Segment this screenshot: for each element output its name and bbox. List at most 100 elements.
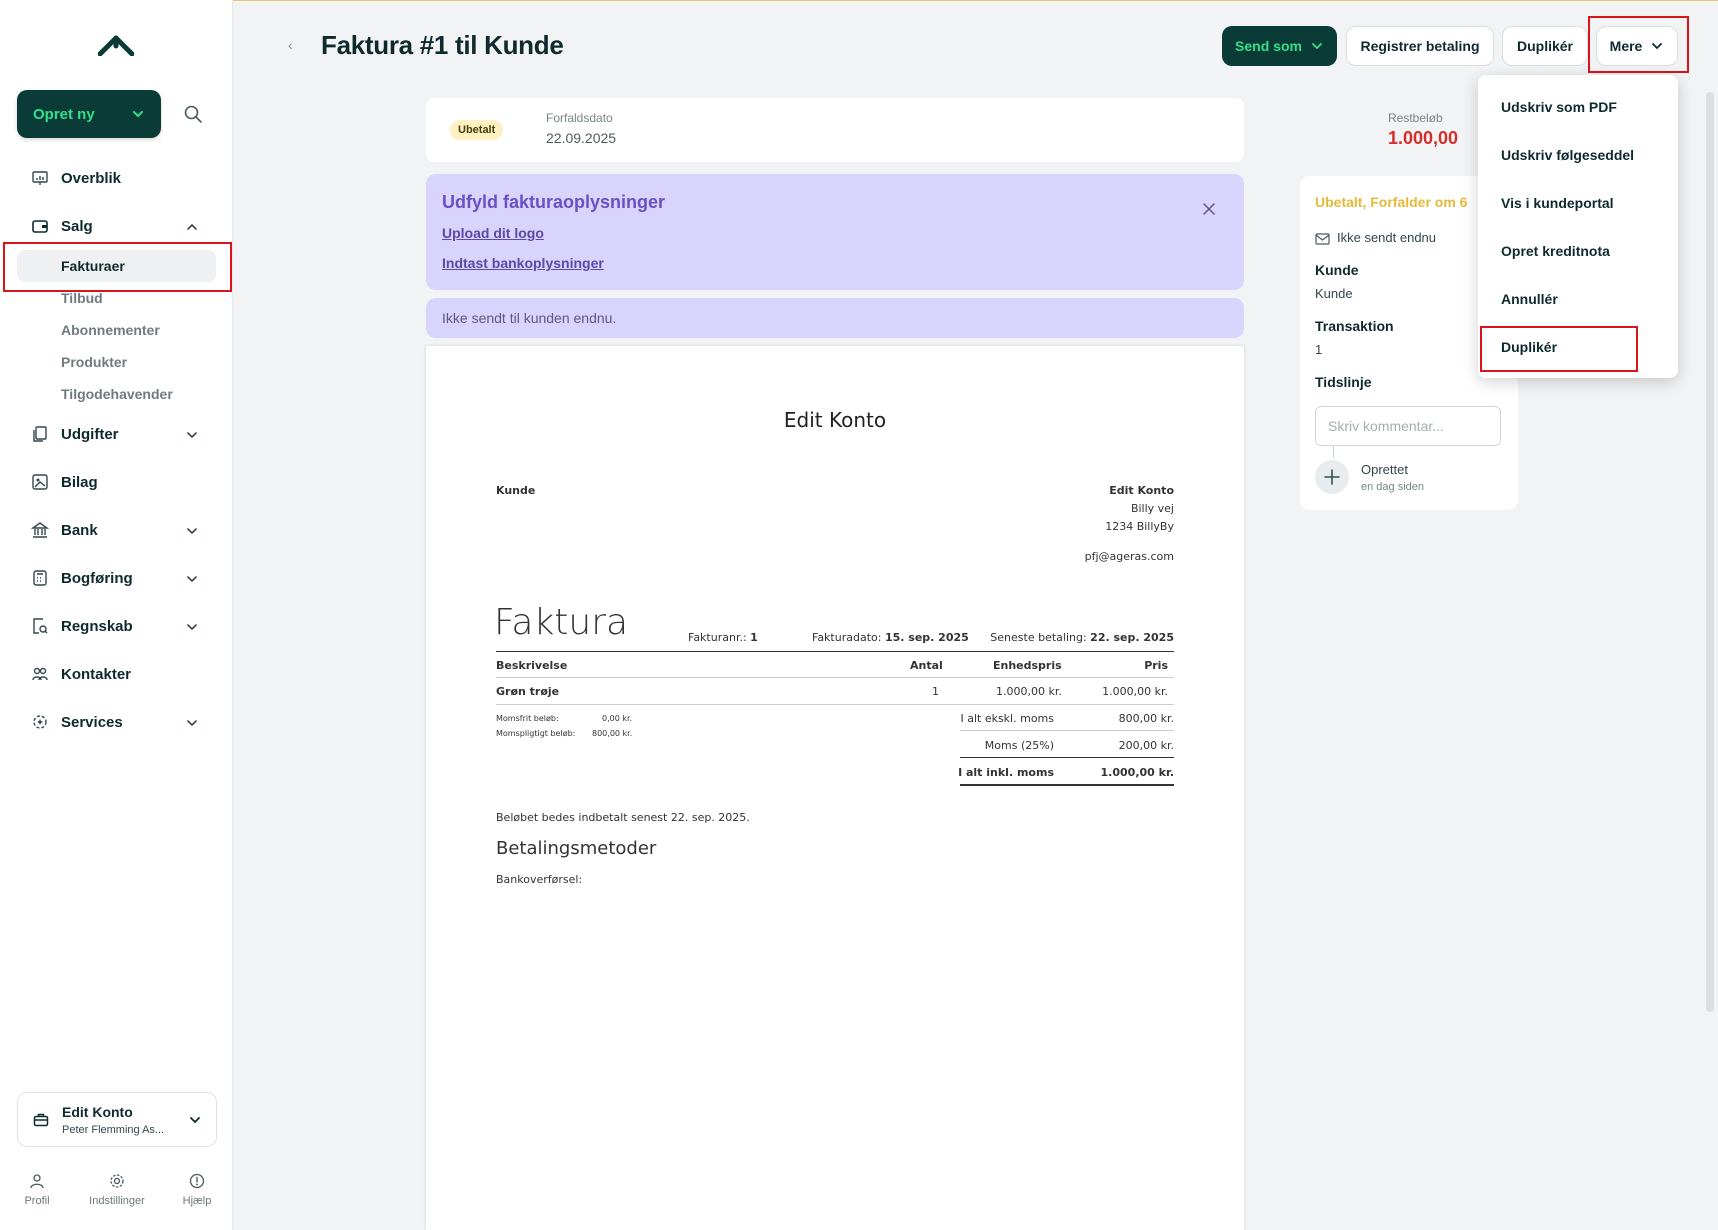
sidebar-item-tilbud[interactable]: Tilbud (61, 290, 103, 306)
sidebar-item-produkter[interactable]: Produkter (61, 354, 127, 370)
page-scrollbar[interactable] (1706, 92, 1714, 1012)
nav-bank[interactable]: Bank (31, 518, 98, 542)
doc-sender-email: pfj@ageras.com (1084, 550, 1174, 563)
chevron-down-icon (1312, 43, 1322, 50)
doc-heading: Faktura (494, 602, 629, 643)
doc-vat-label: Moms (25%) (984, 739, 1054, 752)
briefcase-icon (33, 1113, 49, 1127)
doc-taxable-value: 800,00 kr. (592, 729, 633, 738)
doc-date-label: Fakturadato: (812, 631, 882, 644)
menu-item-cancel[interactable]: Annullér (1501, 291, 1558, 307)
nav-label: Bilag (61, 473, 98, 491)
chevron-down-icon (190, 1117, 200, 1124)
doc-col-description: Beskrivelse (496, 659, 568, 672)
chevron-down-icon[interactable] (185, 428, 199, 442)
nav-bilag[interactable]: Bilag (31, 470, 98, 494)
sidebar-item-abonnementer[interactable]: Abonnementer (61, 322, 160, 338)
chevron-down-icon (133, 111, 143, 118)
nav-salg[interactable]: Salg (31, 214, 93, 238)
nav-label: Regnskab (61, 617, 133, 635)
gear-icon (110, 1174, 124, 1188)
chevron-down-icon[interactable] (185, 620, 199, 634)
nav-udgifter[interactable]: Udgifter (31, 422, 119, 446)
doc-total-value: 1.000,00 kr. (1100, 766, 1174, 779)
doc-line-unit: 1.000,00 kr. (996, 685, 1062, 698)
envelope-icon (1315, 233, 1330, 245)
top-accent-line (0, 0, 1718, 1)
image-document-icon (32, 474, 48, 490)
create-new-button[interactable]: Opret ny (17, 90, 161, 138)
help-icon (189, 1173, 205, 1189)
register-payment-button[interactable]: Registrer betaling (1346, 26, 1494, 66)
nav-overblik[interactable]: Overblik (31, 166, 121, 190)
user-icon (30, 1174, 44, 1189)
account-switcher[interactable]: Edit Konto Peter Flemming As... (17, 1092, 217, 1147)
doc-rule (496, 677, 1174, 678)
chevron-down-icon[interactable] (185, 524, 199, 538)
chevron-up-icon[interactable] (185, 220, 199, 234)
nav-label: Bogføring (61, 569, 133, 587)
send-as-button[interactable]: Send som (1222, 26, 1337, 66)
doc-line-description: Grøn trøje (496, 685, 560, 698)
doc-rule (960, 784, 1174, 786)
menu-item-credit-note[interactable]: Opret kreditnota (1501, 243, 1610, 259)
nav-regnskab[interactable]: Regnskab (31, 614, 133, 638)
report-search-icon (33, 618, 48, 634)
footer-hjaelp[interactable]: Hjælp (162, 1173, 232, 1207)
nav-bogforing[interactable]: Bogføring (31, 566, 133, 590)
chevron-down-icon[interactable] (185, 716, 199, 730)
upload-logo-link[interactable]: Upload dit logo (442, 225, 544, 241)
doc-taxable-label: Momspligtigt beløb: (496, 729, 576, 738)
doc-exempt-label: Momsfrit beløb: (496, 714, 559, 723)
doc-methods-item: Bankoverførsel: (496, 873, 583, 886)
comment-input[interactable]: Skriv kommentar... (1315, 406, 1501, 446)
back-chevron-icon[interactable]: ‹ (288, 37, 293, 53)
doc-line-qty: 1 (932, 685, 939, 698)
menu-item-print-pdf[interactable]: Udskriv som PDF (1501, 99, 1617, 115)
account-name: Edit Konto (62, 1104, 133, 1120)
panel-customer-value[interactable]: Kunde (1315, 286, 1353, 301)
remaining-label: Restbeløb (1388, 111, 1443, 125)
account-owner: Peter Flemming As... (62, 1124, 165, 1136)
highlight-box-duplicate (1480, 326, 1638, 372)
doc-payment-note: Beløbet bedes indbetalt senest 22. sep. … (496, 811, 750, 824)
panel-sent-status: Ikke sendt endnu (1337, 230, 1437, 245)
search-icon[interactable] (183, 104, 203, 124)
doc-subtotal-value: 800,00 kr. (1118, 712, 1174, 725)
doc-total-label: I alt inkl. moms (958, 766, 1054, 779)
wallet-icon (32, 220, 48, 233)
sidebar: Opret ny Overblik Salg Fakturaer Tilbud … (0, 0, 233, 1230)
app-logo-icon[interactable] (98, 34, 134, 56)
doc-line-price: 1.000,00 kr. (1102, 685, 1168, 698)
menu-item-customer-portal[interactable]: Vis i kundeportal (1501, 195, 1614, 211)
close-icon[interactable] (1202, 202, 1216, 216)
due-date-value: 22.09.2025 (546, 130, 617, 146)
invoice-status-bar: Ubetalt Forfaldsdato 22.09.2025 Restbelø… (426, 98, 1458, 162)
doc-methods-title: Betalingsmetoder (496, 838, 657, 859)
doc-latest-label: Seneste betaling: (990, 631, 1087, 644)
contacts-icon (32, 667, 48, 681)
footer-indstillinger[interactable]: Indstillinger (82, 1173, 152, 1207)
doc-rule (496, 651, 1174, 652)
nav-label: Bank (61, 521, 98, 539)
nav-label: Salg (61, 217, 93, 235)
nav-services[interactable]: Services (31, 710, 123, 734)
doc-latest-payment: Seneste betaling: 22. sep. 2025 (990, 631, 1174, 644)
doc-rule (960, 757, 1174, 758)
chevron-down-icon[interactable] (185, 572, 199, 586)
doc-customer: Kunde (496, 484, 536, 497)
panel-customer-label: Kunde (1315, 262, 1359, 278)
panel-timeline-label: Tidslinje (1315, 374, 1372, 390)
doc-exempt-value: 0,00 kr. (602, 714, 633, 723)
footer-profil[interactable]: Profil (2, 1173, 72, 1207)
sidebar-item-tilgodehavender[interactable]: Tilgodehavender (61, 386, 173, 402)
footer-label: Hjælp (182, 1195, 212, 1207)
highlight-box-more (1588, 16, 1689, 73)
panel-transaction-value[interactable]: 1 (1315, 342, 1322, 357)
menu-item-print-packing-slip[interactable]: Udskriv følgeseddel (1501, 147, 1634, 163)
nav-kontakter[interactable]: Kontakter (31, 662, 131, 686)
bank-details-link[interactable]: Indtast bankoplysninger (442, 255, 604, 271)
duplicate-button[interactable]: Duplikér (1502, 26, 1588, 66)
doc-col-qty: Antal (910, 659, 943, 672)
doc-invoice-date: Fakturadato: 15. sep. 2025 (812, 631, 969, 644)
